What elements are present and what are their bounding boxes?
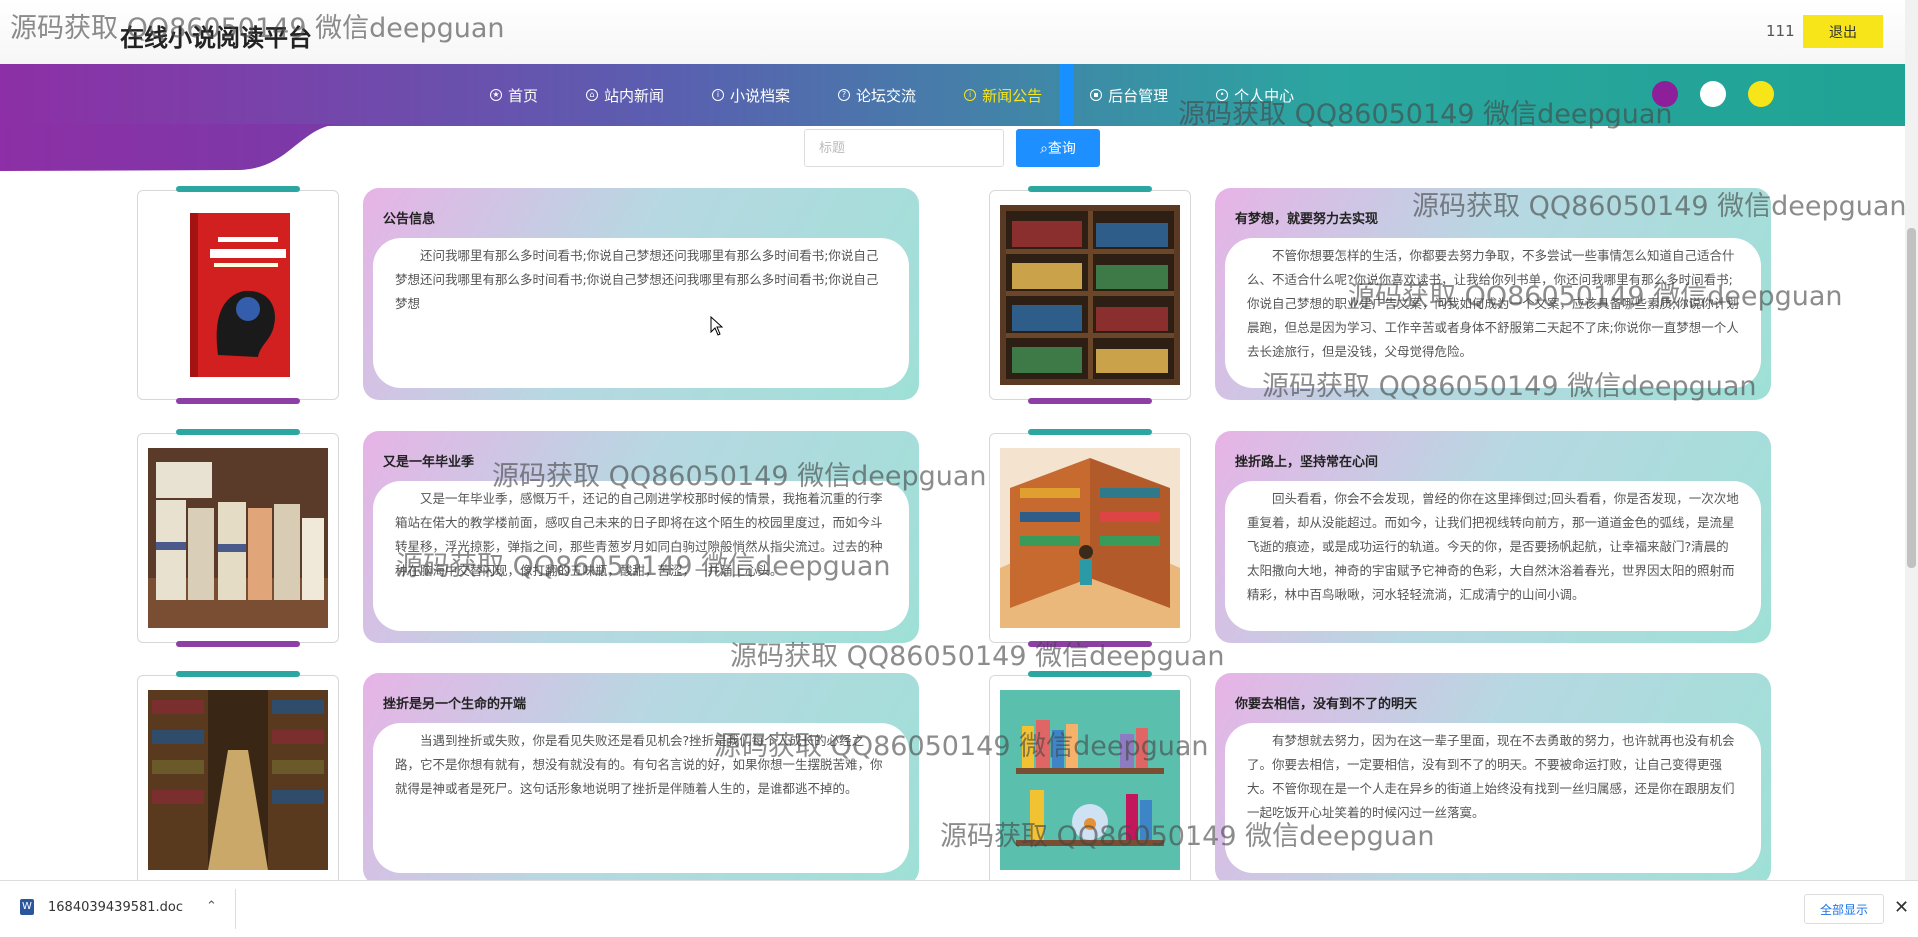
download-item[interactable]: W 1684039439581.doc bbox=[20, 899, 183, 915]
theme-dot-white[interactable] bbox=[1700, 81, 1726, 107]
logout-button[interactable]: 退出 bbox=[1803, 15, 1883, 48]
nav-item-label: 论坛交流 bbox=[856, 86, 917, 105]
search-button[interactable]: ⌕查询 bbox=[1016, 129, 1100, 167]
nav-item-home[interactable]: ★ 首页 bbox=[490, 64, 538, 126]
article-thumbnail[interactable] bbox=[148, 448, 328, 628]
article-thumbnail-frame bbox=[137, 186, 339, 404]
article-card[interactable]: 挫折路上，坚持常在心间 回头看看，你会不会发现，曾经的你在这里摔倒过;回头看看，… bbox=[989, 429, 1811, 647]
article-thumbnail[interactable] bbox=[1000, 448, 1180, 628]
home-icon: ⌂ bbox=[586, 89, 599, 101]
watermark-text: 源码获取 QQ86050149 微信deepguan bbox=[396, 551, 891, 582]
article-panel: 挫折是另一个生命的开端 当遇到挫折或失败，你是看见失败还是看见机会?挫折是我们每… bbox=[363, 673, 919, 885]
info-icon: i bbox=[712, 89, 725, 101]
nav-item-admin[interactable]: ▪ 后台管理 bbox=[1090, 64, 1168, 126]
article-card[interactable]: 公告信息 还问我哪里有那么多时间看书;你说自己梦想还问我哪里有那么多时间看书;你… bbox=[137, 186, 959, 404]
chevron-up-icon[interactable]: ⌃ bbox=[206, 899, 217, 914]
theme-dot-yellow[interactable] bbox=[1748, 81, 1774, 107]
page-scrollbar[interactable] bbox=[1905, 0, 1918, 880]
article-thumbnail-frame bbox=[989, 671, 1191, 889]
search-button-label: 查询 bbox=[1047, 141, 1076, 157]
article-title[interactable]: 挫折路上，坚持常在心间 bbox=[1235, 451, 1378, 470]
article-thumbnail-frame bbox=[989, 429, 1191, 647]
nav-item-forum[interactable]: ? 论坛交流 bbox=[838, 64, 916, 126]
scrollbar-thumb[interactable] bbox=[1907, 228, 1916, 568]
search-icon: ⌕ bbox=[1040, 141, 1048, 157]
article-thumbnail-frame bbox=[989, 186, 1191, 404]
article-title[interactable]: 挫折是另一个生命的开端 bbox=[383, 693, 526, 712]
word-doc-icon: W bbox=[20, 899, 34, 915]
article-body: 回头看看，你会不会发现，曾经的你在这里摔倒过;回头看看，你是否发现，一次次地重复… bbox=[1225, 481, 1761, 631]
article-thumbnail[interactable] bbox=[148, 690, 328, 870]
article-panel: 你要去相信，没有到不了的明天 有梦想就去努力，因为在这一辈子里面，现在不去勇敢的… bbox=[1215, 673, 1771, 885]
article-thumbnail[interactable] bbox=[148, 205, 328, 385]
search-input[interactable] bbox=[804, 129, 1004, 167]
article-thumbnail-frame bbox=[137, 429, 339, 647]
watermark-text: 源码获取 QQ86050149 微信deepguan bbox=[492, 461, 987, 492]
nav-item-label: 后台管理 bbox=[1108, 86, 1169, 105]
nav-item-label: 小说档案 bbox=[730, 86, 791, 105]
article-panel: 挫折路上，坚持常在心间 回头看看，你会不会发现，曾经的你在这里摔倒过;回头看看，… bbox=[1215, 431, 1771, 643]
nav-item-label: 首页 bbox=[508, 86, 539, 105]
watermark-text: 源码获取 QQ86050149 微信deepguan bbox=[10, 13, 505, 44]
article-thumbnail[interactable] bbox=[1000, 205, 1180, 385]
user-name[interactable]: 111 bbox=[1766, 22, 1795, 40]
article-title[interactable]: 公告信息 bbox=[383, 208, 435, 227]
article-card[interactable]: 你要去相信，没有到不了的明天 有梦想就去努力，因为在这一辈子里面，现在不去勇敢的… bbox=[989, 671, 1811, 889]
show-all-downloads-button[interactable]: 全部显示 bbox=[1804, 894, 1884, 924]
nav-item-novel-archive[interactable]: i 小说档案 bbox=[712, 64, 790, 126]
download-file-name: 1684039439581.doc bbox=[48, 899, 184, 915]
star-icon: ★ bbox=[490, 89, 502, 101]
download-bar: W 1684039439581.doc ⌃ 全部显示 ✕ bbox=[0, 880, 1918, 937]
article-card[interactable]: 挫折是另一个生命的开端 当遇到挫折或失败，你是看见失败还是看见机会?挫折是我们每… bbox=[137, 671, 959, 889]
article-body: 还问我哪里有那么多时间看书;你说自己梦想还问我哪里有那么多时间看书;你说自己梦想… bbox=[373, 238, 909, 388]
nav-item-announcements[interactable]: i 新闻公告 bbox=[964, 64, 1042, 126]
nav-item-label: 站内新闻 bbox=[604, 86, 665, 105]
watermark-text: 源码获取 QQ86050149 微信deepguan bbox=[1348, 281, 1843, 312]
article-title[interactable]: 有梦想，就要努力去实现 bbox=[1235, 208, 1378, 227]
watermark-text: 源码获取 QQ86050149 微信deepguan bbox=[1178, 99, 1673, 130]
article-title[interactable]: 又是一年毕业季 bbox=[383, 451, 474, 470]
nav-item-site-news[interactable]: ⌂ 站内新闻 bbox=[586, 64, 664, 126]
lock-icon: ▪ bbox=[1090, 89, 1103, 101]
close-icon[interactable]: ✕ bbox=[1894, 897, 1909, 918]
download-divider bbox=[235, 889, 236, 929]
watermark-text: 源码获取 QQ86050149 微信deepguan bbox=[940, 821, 1435, 852]
info-icon: i bbox=[964, 89, 977, 101]
article-thumbnail-frame bbox=[137, 671, 339, 889]
article-panel: 公告信息 还问我哪里有那么多时间看书;你说自己梦想还问我哪里有那么多时间看书;你… bbox=[363, 188, 919, 400]
article-title[interactable]: 你要去相信，没有到不了的明天 bbox=[1235, 693, 1417, 712]
watermark-text: 源码获取 QQ86050149 微信deepguan bbox=[714, 731, 1209, 762]
watermark-text: 源码获取 QQ86050149 微信deepguan bbox=[730, 641, 1225, 672]
watermark-text: 源码获取 QQ86050149 微信deepguan bbox=[1262, 371, 1757, 402]
question-icon: ? bbox=[838, 89, 851, 101]
watermark-text: 源码获取 QQ86050149 微信deepguan bbox=[1412, 191, 1907, 222]
mouse-cursor-icon bbox=[710, 316, 724, 336]
nav-item-label: 新闻公告 bbox=[982, 86, 1043, 105]
